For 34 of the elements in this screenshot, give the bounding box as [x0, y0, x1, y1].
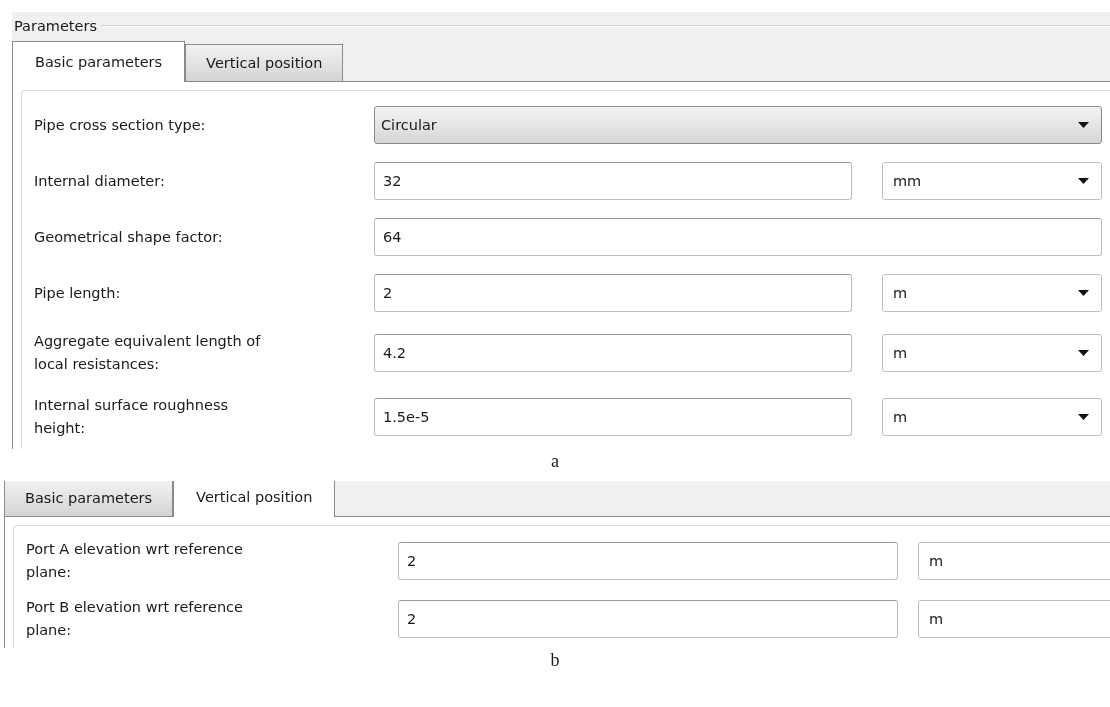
caret-icon	[1078, 349, 1089, 357]
unit-dropdown[interactable]: m	[882, 398, 1102, 436]
tab[interactable]: Vertical position	[185, 44, 344, 81]
tab[interactable]: Vertical position	[173, 481, 336, 517]
field-label: Geometrical shape factor:	[34, 227, 224, 247]
field-label: Aggregate equivalent length of local resistances:	[34, 332, 262, 374]
input-field[interactable]: 64	[374, 218, 1102, 256]
group-title: Parameters	[13, 18, 97, 34]
caret-icon	[1078, 289, 1089, 297]
figure-caption: b	[549, 649, 561, 672]
unit-dropdown[interactable]: m	[918, 600, 1110, 638]
field-label: Port B elevation wrt reference plane:	[26, 598, 244, 640]
input-field[interactable]: 1.5e-5	[374, 398, 852, 436]
unit-dropdown[interactable]: mm	[882, 162, 1102, 200]
caret-icon	[1078, 413, 1089, 421]
input-field[interactable]: 32	[374, 162, 852, 200]
dropdown[interactable]: Circular	[374, 106, 1102, 144]
figure-caption: a	[550, 450, 560, 473]
field-label: Internal surface roughness height:	[34, 396, 229, 438]
tab[interactable]: Basic parameters	[4, 481, 174, 516]
input-field[interactable]: 2	[398, 600, 898, 638]
field-label: Internal diameter:	[34, 171, 166, 191]
input-field[interactable]: 4.2	[374, 334, 852, 372]
field-label: Port A elevation wrt reference plane:	[26, 540, 244, 582]
unit-dropdown[interactable]: m	[882, 334, 1102, 372]
input-field[interactable]: 2	[398, 542, 898, 580]
caret-icon	[1078, 177, 1089, 185]
field-label: Pipe length:	[34, 283, 122, 303]
caret-icon	[1078, 121, 1089, 129]
unit-dropdown[interactable]: m	[882, 274, 1102, 312]
tab[interactable]: Basic parameters	[12, 41, 186, 82]
unit-dropdown[interactable]: m	[918, 542, 1110, 580]
field-label: Pipe cross section type:	[34, 115, 207, 135]
input-field[interactable]: 2	[374, 274, 852, 312]
